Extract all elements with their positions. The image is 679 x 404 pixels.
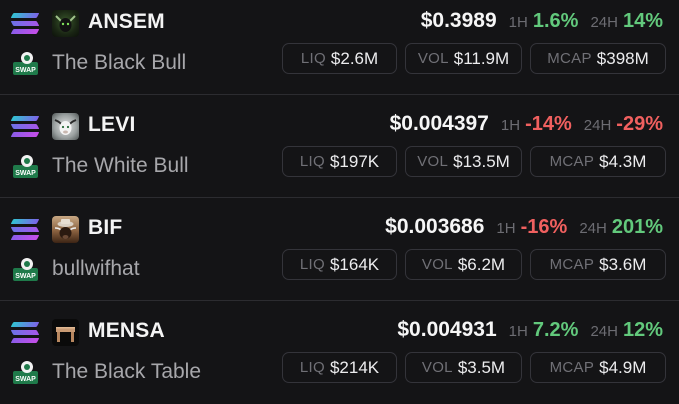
change-24h-value: 14% bbox=[622, 10, 663, 32]
liquidity-label: LIQ bbox=[300, 50, 326, 67]
liquidity-pill: LIQ $214K bbox=[282, 352, 397, 383]
token-row[interactable]: ANSEM SWAP The Black Bull $0.3989 1H 1.6… bbox=[0, 0, 679, 95]
token-name: The White Bull bbox=[52, 154, 189, 177]
volume-value: $6.2M bbox=[457, 254, 506, 274]
liquidity-label: LIQ bbox=[299, 256, 325, 273]
stats-group: LIQ $164K VOL $6.2M MCAP $3.6M bbox=[274, 249, 666, 280]
stats-group: LIQ $2.6M VOL $11.9M MCAP $398M bbox=[274, 43, 666, 74]
volume-label: VOL bbox=[417, 153, 449, 170]
token-row[interactable]: MENSA SWAP The Black Table $0.004931 1H … bbox=[0, 301, 679, 404]
change-24h-label: 24H bbox=[590, 14, 618, 31]
change-24h-value: 201% bbox=[611, 216, 663, 238]
volume-pill: VOL $6.2M bbox=[405, 249, 522, 280]
volume-label: VOL bbox=[421, 256, 453, 273]
volume-value: $11.9M bbox=[453, 48, 510, 68]
change-1h-value: 1.6% bbox=[532, 10, 579, 32]
token-price: $0.004397 bbox=[389, 112, 489, 135]
liquidity-value: $2.6M bbox=[330, 48, 379, 68]
swap-icon[interactable]: SWAP bbox=[12, 50, 39, 77]
token-symbol: MENSA bbox=[88, 319, 165, 342]
liquidity-value: $197K bbox=[329, 151, 380, 171]
market-cap-value: $398M bbox=[596, 48, 649, 68]
change-1h-value: -16% bbox=[520, 216, 568, 238]
swap-icon[interactable]: SWAP bbox=[12, 256, 39, 283]
solana-chain-icon bbox=[10, 218, 40, 240]
black-bull-avatar-icon bbox=[52, 10, 79, 37]
token-symbol: LEVI bbox=[88, 113, 136, 136]
market-cap-value: $4.3M bbox=[599, 151, 647, 171]
token-name: The Black Bull bbox=[52, 51, 187, 74]
token-price: $0.003686 bbox=[385, 215, 485, 238]
token-symbol: ANSEM bbox=[88, 10, 165, 33]
token-price: $0.3989 bbox=[420, 9, 497, 32]
volume-value: $3.5M bbox=[457, 357, 506, 377]
price-line: $0.004397 1H -14% 24H -29% bbox=[390, 112, 663, 136]
market-cap-pill: MCAP $4.9M bbox=[530, 352, 666, 383]
market-cap-value: $3.6M bbox=[599, 254, 647, 274]
change-24h-label: 24H bbox=[583, 117, 612, 134]
market-cap-label: MCAP bbox=[549, 359, 595, 376]
swap-icon[interactable]: SWAP bbox=[12, 359, 39, 386]
token-name: The Black Table bbox=[52, 360, 202, 383]
price-line: $0.003686 1H -16% 24H 201% bbox=[385, 215, 663, 239]
swap-icon[interactable]: SWAP bbox=[12, 153, 39, 180]
black-table-avatar-icon bbox=[52, 319, 79, 346]
token-price: $0.004931 bbox=[397, 318, 497, 341]
price-line: $0.3989 1H 1.6% 24H 14% bbox=[421, 9, 663, 33]
change-24h-label: 24H bbox=[579, 220, 607, 237]
solana-chain-icon bbox=[10, 12, 40, 34]
price-line: $0.004931 1H 7.2% 24H 12% bbox=[397, 318, 663, 342]
change-24h-label: 24H bbox=[590, 323, 618, 340]
liquidity-value: $164K bbox=[329, 254, 380, 274]
change-1h-label: 1H bbox=[500, 117, 521, 134]
liquidity-pill: LIQ $197K bbox=[282, 146, 397, 177]
change-1h-value: -14% bbox=[525, 113, 572, 135]
change-1h-label: 1H bbox=[508, 14, 528, 31]
liquidity-value: $214K bbox=[329, 357, 380, 377]
solana-chain-icon bbox=[10, 115, 40, 137]
volume-label: VOL bbox=[421, 359, 453, 376]
token-name: bullwifhat bbox=[52, 257, 140, 280]
volume-value: $13.5M bbox=[453, 151, 510, 171]
stats-group: LIQ $197K VOL $13.5M MCAP $4.3M bbox=[274, 146, 666, 177]
solana-chain-icon bbox=[10, 321, 40, 343]
change-1h-value: 7.2% bbox=[532, 319, 579, 341]
swap-label: SWAP bbox=[15, 67, 36, 74]
bull-with-hat-avatar-icon bbox=[52, 216, 79, 243]
token-row[interactable]: BIF SWAP bullwifhat $0.003686 1H -16% 24… bbox=[0, 198, 679, 301]
volume-pill: VOL $13.5M bbox=[405, 146, 522, 177]
token-list: ANSEM SWAP The Black Bull $0.3989 1H 1.6… bbox=[0, 0, 679, 403]
token-symbol: BIF bbox=[88, 216, 123, 239]
stats-group: LIQ $214K VOL $3.5M MCAP $4.9M bbox=[274, 352, 666, 383]
swap-label: SWAP bbox=[15, 376, 36, 383]
market-cap-pill: MCAP $3.6M bbox=[530, 249, 666, 280]
change-24h-value: 12% bbox=[622, 319, 663, 341]
market-cap-label: MCAP bbox=[549, 153, 595, 170]
liquidity-pill: LIQ $164K bbox=[282, 249, 397, 280]
swap-label: SWAP bbox=[15, 170, 36, 177]
change-24h-value: -29% bbox=[616, 113, 663, 135]
white-bull-avatar-icon bbox=[52, 113, 79, 140]
volume-label: VOL bbox=[417, 50, 449, 67]
change-1h-label: 1H bbox=[508, 323, 528, 340]
market-cap-pill: MCAP $4.3M bbox=[530, 146, 666, 177]
market-cap-pill: MCAP $398M bbox=[530, 43, 666, 74]
market-cap-value: $4.9M bbox=[599, 357, 647, 377]
market-cap-label: MCAP bbox=[549, 256, 595, 273]
market-cap-label: MCAP bbox=[547, 50, 592, 67]
liquidity-pill: LIQ $2.6M bbox=[282, 43, 397, 74]
swap-label: SWAP bbox=[15, 273, 36, 280]
change-1h-label: 1H bbox=[496, 220, 516, 237]
liquidity-label: LIQ bbox=[299, 153, 325, 170]
volume-pill: VOL $3.5M bbox=[405, 352, 522, 383]
liquidity-label: LIQ bbox=[299, 359, 325, 376]
token-row[interactable]: LEVI SWAP The White Bull $0.004397 1H -1… bbox=[0, 95, 679, 198]
volume-pill: VOL $11.9M bbox=[405, 43, 522, 74]
